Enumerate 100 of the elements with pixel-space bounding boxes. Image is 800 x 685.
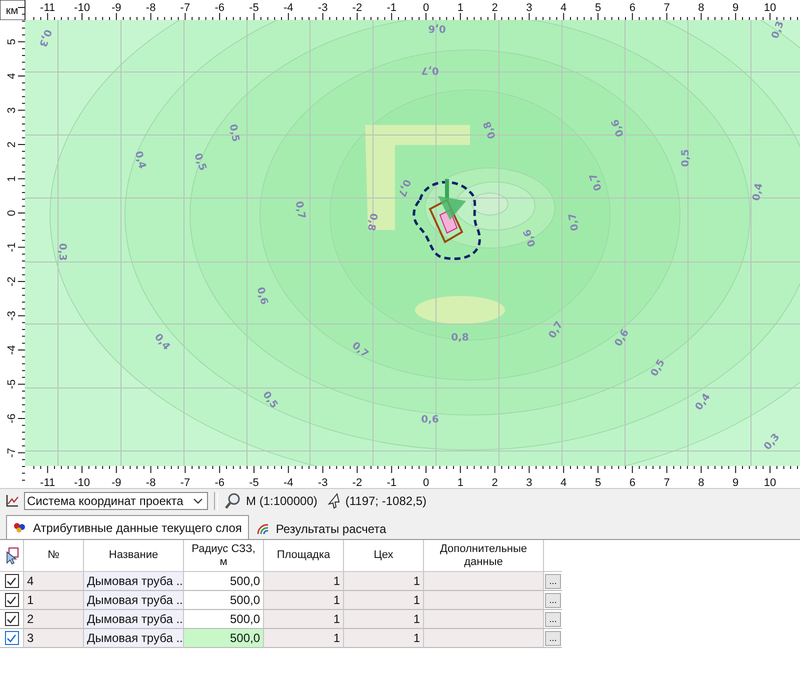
contour-label: 0,5 bbox=[192, 152, 208, 172]
axis-label: 10 bbox=[764, 477, 776, 488]
contour-label: 0,4 bbox=[694, 392, 713, 413]
checkbox[interactable] bbox=[4, 612, 18, 626]
contour-label: 0,7 bbox=[421, 64, 439, 76]
axis-label: 4 bbox=[560, 2, 567, 14]
table-cell: 4 bbox=[24, 572, 84, 591]
table-cell: 2 bbox=[24, 610, 84, 629]
axis-label: 4 bbox=[560, 477, 567, 488]
selection-icon[interactable] bbox=[4, 546, 18, 564]
arrow-icon bbox=[438, 179, 466, 220]
table-cell: 1 bbox=[264, 572, 344, 591]
axis-label: -3 bbox=[318, 2, 328, 14]
table-cell: Дымовая труба ... bbox=[84, 629, 184, 648]
tab[interactable]: Результаты расчета bbox=[248, 518, 394, 539]
table-cell: 1 bbox=[264, 591, 344, 610]
table-cell: 1 bbox=[344, 629, 424, 648]
table-cell: 1 bbox=[344, 572, 424, 591]
axis-label: -8 bbox=[146, 477, 156, 488]
axis-label: -7 bbox=[6, 448, 18, 458]
more-button[interactable]: ... bbox=[545, 574, 561, 588]
contour-label: 0,5 bbox=[260, 390, 280, 411]
contour-label: 0,8 bbox=[364, 212, 379, 232]
contour-label: 0,4 bbox=[132, 150, 148, 170]
axis-label: -1 bbox=[386, 477, 396, 488]
axis-label: 2 bbox=[492, 477, 498, 488]
contour-label: 0,6 bbox=[421, 414, 439, 426]
contour-label: 0,7 bbox=[350, 340, 370, 360]
axis-label: 1 bbox=[457, 477, 464, 488]
axis-label: 0 bbox=[422, 2, 430, 14]
axis-label: -4 bbox=[284, 477, 294, 488]
more-button[interactable]: ... bbox=[545, 612, 561, 626]
contour-label: 0,8 bbox=[482, 120, 498, 140]
contour-label: 0,3 bbox=[36, 28, 53, 48]
axis-label: -10 bbox=[74, 477, 90, 488]
scale-text: М (1:100000) bbox=[246, 494, 318, 508]
coordinate-system-dropdown[interactable]: Система координат проекта bbox=[24, 492, 208, 510]
axis-label: -10 bbox=[74, 2, 90, 14]
axis-label: -7 bbox=[180, 2, 190, 14]
contour-label: 0,6 bbox=[428, 22, 446, 34]
contour-label: 0,3 bbox=[770, 20, 786, 40]
axis-label: 3 bbox=[526, 477, 532, 488]
axis-label: -6 bbox=[6, 414, 18, 424]
axis-label: 3 bbox=[6, 107, 18, 114]
table-cell: 1 bbox=[344, 591, 424, 610]
axis-label: 6 bbox=[629, 477, 636, 488]
table-cell: 3 bbox=[24, 629, 84, 648]
contour-label: 0,7 bbox=[292, 200, 307, 220]
axis-label: 3 bbox=[526, 2, 532, 14]
rainbow-icon bbox=[256, 523, 270, 535]
layers-icon bbox=[13, 522, 27, 534]
contour-label: 0,6 bbox=[522, 228, 538, 248]
tab[interactable]: Атрибутивные данные текущего слоя bbox=[6, 515, 249, 539]
axis-label: -6 bbox=[214, 2, 224, 14]
axis-label: -4 bbox=[284, 2, 294, 14]
axis-label: 6 bbox=[629, 2, 636, 14]
axis-label: -1 bbox=[6, 242, 18, 252]
table-cell: Дымовая труба ... bbox=[84, 572, 184, 591]
contour-label: 0,7 bbox=[396, 178, 412, 198]
contour-label: 0,7 bbox=[588, 172, 604, 192]
axis-label: -1 bbox=[386, 2, 396, 14]
axis-label: 0 bbox=[422, 477, 430, 488]
contour-label: 0,4 bbox=[751, 182, 766, 202]
axis-label: -11 bbox=[40, 477, 56, 488]
axis-label: -8 bbox=[146, 2, 156, 14]
table-cell: 1 bbox=[264, 610, 344, 629]
axis-label: 4 bbox=[6, 72, 18, 80]
axis-label: 10 bbox=[764, 2, 776, 14]
more-button[interactable]: ... bbox=[545, 592, 561, 608]
axis-label: -3 bbox=[6, 310, 18, 321]
axes-icon[interactable] bbox=[4, 493, 20, 509]
contour-label: 0,5 bbox=[226, 123, 241, 143]
contour-label: 0,5 bbox=[649, 358, 668, 379]
contour-label: 0,3 bbox=[56, 243, 68, 261]
axis-label: 1 bbox=[6, 176, 18, 182]
cursor-coordinates: (1197; -1082,5) bbox=[345, 494, 427, 508]
magnifier-icon[interactable] bbox=[224, 492, 242, 510]
more-button[interactable]: ... bbox=[545, 630, 561, 646]
axis-label: 2 bbox=[6, 141, 18, 148]
axis-label: -2 bbox=[352, 2, 362, 14]
axis-label: -7 bbox=[180, 477, 190, 488]
table-cell[interactable]: 500,0 bbox=[184, 629, 264, 648]
checkbox[interactable] bbox=[4, 593, 18, 607]
axis-label: 8 bbox=[698, 2, 704, 14]
column-header[interactable]: Радиус СЗЗ, м bbox=[184, 540, 264, 572]
table-cell: 1 bbox=[344, 610, 424, 629]
contour-label: 0,6 bbox=[610, 118, 626, 138]
axis-label: -5 bbox=[249, 477, 259, 488]
axis-label: 9 bbox=[732, 2, 739, 14]
caret-icon bbox=[193, 498, 203, 504]
contour-label: 0,4 bbox=[152, 332, 172, 352]
axis-label: 0 bbox=[6, 210, 18, 216]
checkbox[interactable] bbox=[4, 631, 18, 645]
contour-label: 0,6 bbox=[254, 286, 270, 306]
axis-label: -3 bbox=[318, 477, 328, 488]
axis-label: 9 bbox=[732, 477, 739, 488]
table-cell: 1 bbox=[24, 591, 84, 610]
contour-label: 0,5 bbox=[680, 149, 692, 167]
table-cell: Дымовая труба ... bbox=[84, 591, 184, 610]
checkbox[interactable] bbox=[4, 574, 18, 588]
